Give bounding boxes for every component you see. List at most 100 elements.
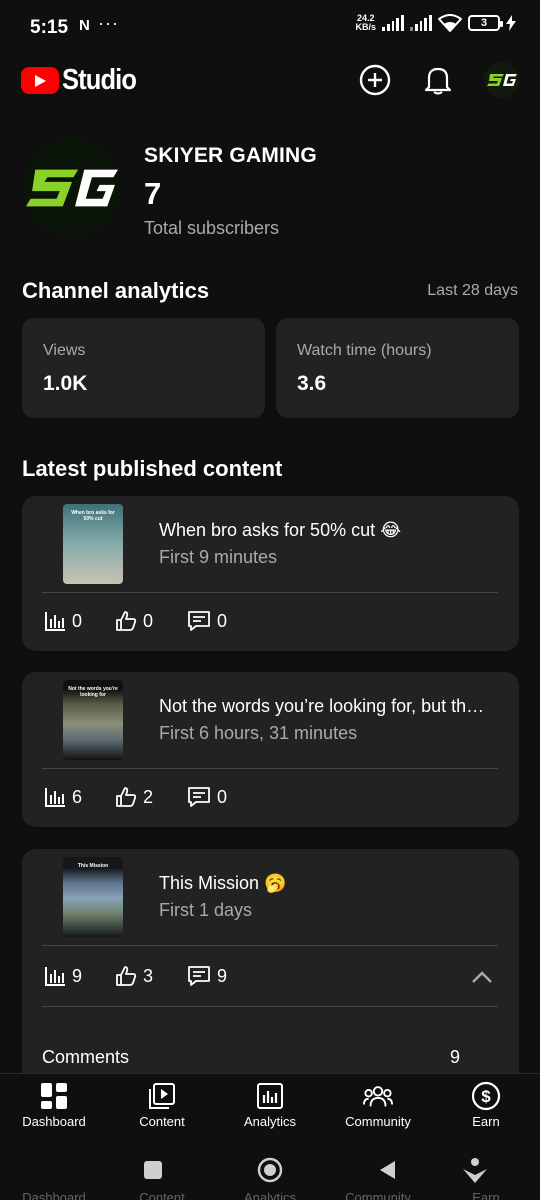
watch-time-card[interactable]: Watch time (hours) 3.6: [276, 318, 519, 418]
nav-label: Earn: [472, 1114, 500, 1129]
watch-time-value: 3.6: [297, 372, 327, 395]
nav-earn[interactable]: $ Earn: [432, 1074, 540, 1138]
recents-button[interactable]: [138, 1155, 168, 1185]
youtube-play-icon: [21, 67, 59, 94]
system-navigation-bar: Dashboard Content Analytics Community Ea…: [0, 1137, 540, 1200]
notifications-button[interactable]: [418, 60, 458, 100]
ghost-nav-labels: Dashboard Content Analytics Community Ea…: [0, 1190, 540, 1200]
nav-dashboard[interactable]: Dashboard: [0, 1074, 108, 1138]
app-header: Studio: [0, 58, 540, 102]
comments-metric: 0: [187, 610, 227, 632]
comments-metric: 0: [187, 786, 227, 808]
bell-icon: [424, 67, 452, 95]
battery-level: 3: [480, 17, 488, 29]
ghost-label: Earn: [472, 1190, 500, 1200]
video-card[interactable]: Not the words you're looking for Not the…: [22, 672, 519, 827]
account-avatar[interactable]: [484, 62, 520, 98]
bar-chart-icon: [45, 967, 65, 986]
thumbnail-caption: This Mission: [77, 863, 109, 869]
chevron-up-icon: [472, 971, 492, 983]
video-thumbnail: When bro asks for 50% cut: [63, 504, 123, 584]
thumbnail-caption: Not the words you're looking for: [68, 686, 118, 698]
notification-n-icon: N: [79, 17, 90, 34]
analytics-title: Channel analytics: [22, 278, 210, 303]
views-count: 9: [72, 965, 83, 986]
signal-icon-2: [410, 15, 432, 31]
likes-metric: 0: [115, 610, 153, 632]
dashboard-icon: [39, 1081, 69, 1111]
thumbs-up-icon: [116, 787, 137, 807]
home-button[interactable]: [255, 1155, 285, 1185]
comment-icon: [188, 966, 210, 986]
signal-icon: [382, 15, 404, 31]
video-thumbnail: This Mission: [63, 857, 123, 937]
video-title: When bro asks for 50% cut 😂: [159, 520, 402, 540]
comments-count: 0: [217, 610, 228, 631]
comments-metric: 9: [187, 965, 227, 987]
comments-count: 9: [217, 965, 228, 986]
views-metric: 0: [44, 610, 82, 632]
channel-avatar: [22, 138, 122, 238]
ghost-label: Content: [139, 1190, 185, 1200]
create-button[interactable]: [355, 60, 395, 100]
wifi-icon: [438, 14, 462, 32]
bar-chart-icon: [45, 612, 65, 631]
nav-label: Analytics: [243, 1114, 297, 1129]
charging-icon: [506, 15, 516, 31]
views-value: 1.0K: [43, 372, 88, 395]
video-title: Not the words you’re looking for, but th…: [159, 696, 485, 716]
views-count: 6: [72, 786, 83, 807]
likes-metric: 3: [115, 965, 153, 987]
divider: [42, 592, 498, 593]
video-time: First 9 minutes: [159, 547, 278, 567]
studio-logo-text: Studio: [62, 64, 137, 96]
video-time: First 1 days: [159, 900, 253, 920]
video-card[interactable]: When bro asks for 50% cut When bro asks …: [22, 496, 519, 651]
ghost-label: Analytics: [243, 1190, 297, 1200]
assistant-button[interactable]: [460, 1155, 490, 1185]
comment-icon: [188, 787, 210, 807]
thumbnail-caption: When bro asks for 50% cut: [71, 510, 115, 522]
thumbs-up-icon: [116, 966, 137, 986]
bottom-navigation: Dashboard Content Analytics Community $ …: [0, 1073, 540, 1137]
studio-dashboard: 5:15 N ··· 24.2 KB/s 3 Studio SKIYER GAM…: [0, 0, 540, 1200]
back-button[interactable]: [373, 1155, 403, 1185]
views-label: Views: [43, 342, 86, 359]
network-speed: 24.2 KB/s: [355, 14, 376, 32]
subscriber-count: 7: [144, 176, 162, 211]
channel-name: SKIYER GAMING: [144, 144, 317, 167]
divider: [42, 945, 498, 946]
net-speed-unit: KB/s: [355, 22, 376, 32]
community-icon: [363, 1081, 393, 1111]
svg-text:$: $: [481, 1087, 491, 1106]
comments-row-label[interactable]: Comments: [42, 1047, 129, 1068]
views-metric: 9: [44, 965, 82, 987]
back-triangle-icon: [380, 1161, 395, 1179]
sg-logo-icon: [487, 74, 517, 86]
subscriber-label: Total subscribers: [144, 218, 280, 238]
views-metric: 6: [44, 786, 82, 808]
assistant-icon: [463, 1158, 487, 1183]
ghost-label: Community: [345, 1190, 411, 1200]
views-count: 0: [72, 610, 83, 631]
comment-icon: [188, 611, 210, 631]
video-card[interactable]: This Mission This Mission 🥱 First 1 days…: [22, 849, 519, 1089]
channel-summary[interactable]: SKIYER GAMING 7 Total subscribers: [22, 138, 522, 242]
analytics-icon: [255, 1081, 285, 1111]
recents-square-icon: [144, 1161, 162, 1179]
comments-count: 0: [217, 786, 228, 807]
nav-content[interactable]: Content: [108, 1074, 216, 1138]
likes-count: 3: [143, 965, 154, 986]
collapse-button[interactable]: [468, 964, 496, 992]
latest-content-title: Latest published content: [22, 456, 283, 481]
likes-count: 0: [143, 610, 154, 631]
studio-logo[interactable]: Studio: [21, 64, 146, 97]
nav-analytics[interactable]: Analytics: [216, 1074, 324, 1138]
likes-metric: 2: [115, 786, 153, 808]
views-card[interactable]: Views 1.0K: [22, 318, 265, 418]
add-circle-icon: [359, 64, 391, 96]
video-time: First 6 hours, 31 minutes: [159, 723, 358, 743]
nav-community[interactable]: Community: [324, 1074, 432, 1138]
bar-chart-icon: [45, 788, 65, 807]
status-time: 5:15: [30, 17, 69, 38]
